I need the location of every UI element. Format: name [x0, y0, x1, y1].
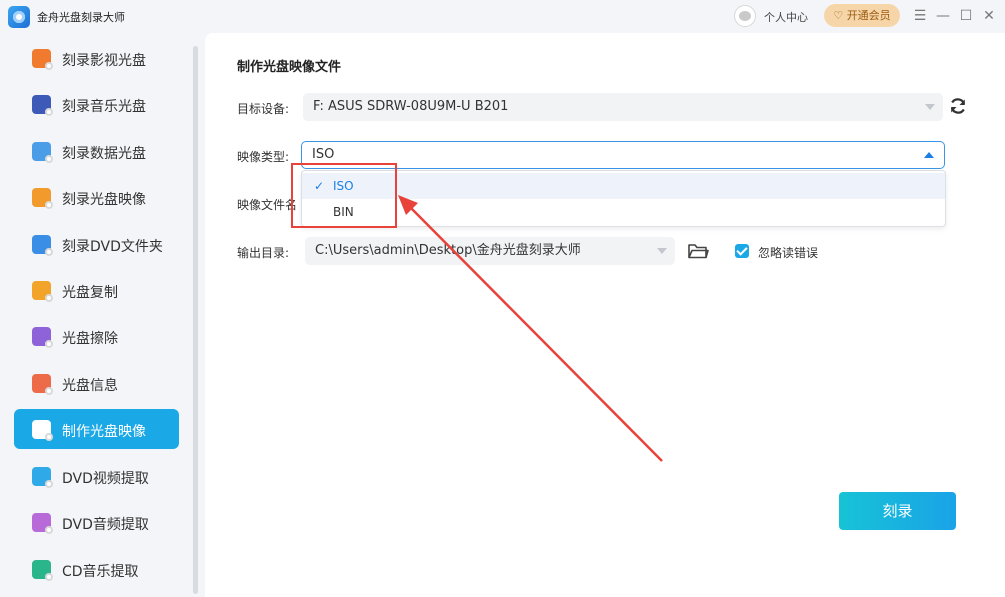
music-disc-icon	[32, 95, 53, 116]
maximize-icon[interactable]: ☐	[957, 6, 975, 26]
sidebar-item-label: 刻录DVD文件夹	[62, 239, 163, 255]
dvd-folder-icon	[32, 235, 53, 256]
disc-info-icon	[32, 374, 53, 395]
sidebar-item-burn-image[interactable]: 刻录光盘映像	[14, 177, 179, 217]
folder-icon[interactable]	[687, 241, 709, 261]
close-icon[interactable]: ✕	[980, 6, 998, 26]
sidebar-item-label: 制作光盘映像	[62, 424, 146, 440]
sidebar-item-disc-erase[interactable]: 光盘擦除	[14, 316, 179, 356]
sidebar-item-make-image[interactable]: 制作光盘映像	[14, 409, 179, 449]
sidebar-item-label: 光盘擦除	[62, 331, 118, 347]
sidebar-item-burn-music[interactable]: 刻录音乐光盘	[14, 84, 179, 124]
title-bar: 金舟光盘刻录大师 个人中心 ♡ 开通会员 ☰ — ☐ ✕	[0, 0, 1005, 33]
image-type-label: 映像类型:	[237, 150, 290, 164]
sidebar-item-label: 刻录影视光盘	[62, 53, 146, 69]
output-dir-value: C:\Users\admin\Desktop\金舟光盘刻录大师	[315, 243, 581, 258]
chevron-down-icon	[925, 104, 935, 110]
annotation-highlight-box	[291, 163, 397, 228]
app-logo-icon	[8, 6, 30, 28]
target-device-select[interactable]: F: ASUS SDRW-08U9M-U B201	[303, 93, 943, 121]
sidebar-item-cd-music-extract[interactable]: CD音乐提取	[14, 549, 179, 589]
cd-music-extract-icon	[32, 560, 53, 581]
disc-erase-icon	[32, 327, 53, 348]
dropdown-option-iso[interactable]: ✓ ISO	[302, 173, 945, 199]
target-device-value: F: ASUS SDRW-08U9M-U B201	[313, 99, 509, 114]
data-disc-icon	[32, 142, 53, 163]
sidebar-item-burn-dvd-folder[interactable]: 刻录DVD文件夹	[14, 224, 179, 264]
ignore-errors-label: 忽略读错误	[758, 246, 819, 260]
sidebar-item-label: DVD音频提取	[62, 517, 149, 533]
target-device-label: 目标设备:	[237, 102, 290, 116]
sidebar-item-label: 光盘信息	[62, 378, 118, 394]
dvd-audio-extract-icon	[32, 513, 53, 534]
sidebar-item-label: 光盘复制	[62, 285, 118, 301]
image-type-select[interactable]: ISO	[301, 141, 945, 169]
minimize-icon[interactable]: —	[934, 6, 952, 26]
refresh-icon[interactable]	[948, 96, 968, 116]
image-name-label: 映像文件名	[237, 198, 298, 212]
sidebar-item-label: DVD视频提取	[62, 471, 149, 487]
avatar[interactable]	[734, 5, 756, 27]
page-title: 制作光盘映像文件	[237, 60, 342, 75]
image-type-dropdown: ✓ ISO BIN	[301, 170, 946, 227]
sidebar-item-label: 刻录光盘映像	[62, 192, 146, 208]
sidebar-item-disc-copy[interactable]: 光盘复制	[14, 270, 179, 310]
output-dir-label: 输出目录:	[237, 246, 290, 260]
dvd-video-extract-icon	[32, 467, 53, 488]
image-type-value: ISO	[312, 147, 335, 162]
sidebar-item-burn-data[interactable]: 刻录数据光盘	[14, 131, 179, 171]
sidebar-item-burn-video[interactable]: 刻录影视光盘	[14, 38, 179, 78]
open-vip-label: 开通会员	[846, 9, 891, 22]
disc-copy-icon	[32, 281, 53, 302]
thumb-up-icon: ♡	[833, 9, 844, 22]
sidebar-item-disc-info[interactable]: 光盘信息	[14, 363, 179, 403]
chevron-up-icon	[924, 152, 934, 158]
make-image-icon	[32, 420, 53, 441]
sidebar-item-label: 刻录数据光盘	[62, 146, 146, 162]
chevron-down-icon	[657, 248, 667, 254]
ignore-errors-checkbox[interactable]	[735, 244, 749, 258]
sidebar: 刻录影视光盘 刻录音乐光盘 刻录数据光盘 刻录光盘映像 刻录DVD文件夹 光盘复…	[0, 33, 205, 597]
menu-icon[interactable]: ☰	[911, 6, 929, 26]
dropdown-option-bin[interactable]: BIN	[302, 199, 945, 225]
sidebar-item-dvd-audio-extract[interactable]: DVD音频提取	[14, 502, 179, 542]
app-title: 金舟光盘刻录大师	[37, 11, 125, 24]
video-disc-icon	[32, 49, 53, 70]
open-vip-button[interactable]: ♡ 开通会员	[824, 4, 900, 27]
sidebar-scrollbar[interactable]	[193, 46, 198, 594]
sidebar-item-label: 刻录音乐光盘	[62, 99, 146, 115]
sidebar-item-dvd-video-extract[interactable]: DVD视频提取	[14, 456, 179, 496]
burn-button[interactable]: 刻录	[839, 492, 956, 530]
main-panel: 制作光盘映像文件 目标设备: F: ASUS SDRW-08U9M-U B201…	[205, 33, 1005, 597]
sidebar-item-label: CD音乐提取	[62, 564, 139, 580]
user-center-link[interactable]: 个人中心	[764, 9, 808, 25]
image-disc-icon	[32, 188, 53, 209]
output-dir-select[interactable]: C:\Users\admin\Desktop\金舟光盘刻录大师	[305, 237, 675, 265]
